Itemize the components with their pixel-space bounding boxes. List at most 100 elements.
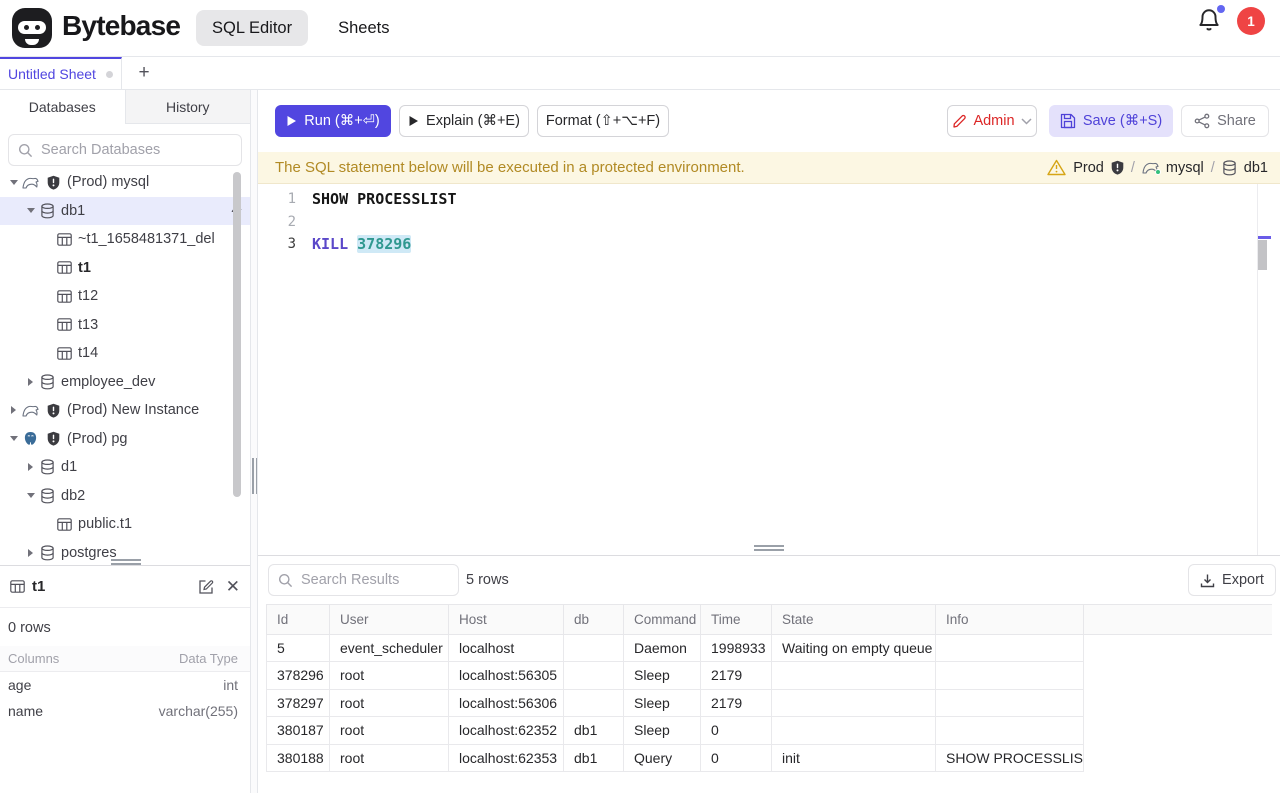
pen-icon	[952, 114, 967, 129]
tree-item-t13[interactable]: t13	[0, 311, 250, 340]
db-icon	[38, 203, 56, 219]
caret-down-icon[interactable]	[6, 436, 21, 441]
admin-mode-button[interactable]: Admin	[947, 105, 1037, 137]
column-header-db[interactable]: db	[564, 604, 624, 635]
column-header-filler	[1084, 604, 1272, 635]
tree-item-db2[interactable]: db2	[0, 482, 250, 511]
db-icon	[38, 374, 56, 390]
results-row-count: 5 rows	[466, 564, 509, 596]
user-avatar[interactable]: 1	[1237, 7, 1265, 35]
notification-bell-icon[interactable]	[1196, 7, 1224, 35]
table-cell: localhost:56305	[449, 662, 564, 689]
notification-dot	[1217, 5, 1225, 13]
tree-item-label: (Prod) New Instance	[67, 402, 199, 418]
warning-triangle-icon	[1047, 159, 1066, 176]
tree-item-label: ~t1_1658481371_del	[78, 231, 215, 247]
tab-history[interactable]: History	[125, 90, 251, 124]
format-button[interactable]: Format (⇧+⌥+F)	[537, 105, 669, 137]
table-cell: 0	[701, 717, 772, 744]
schema-row-count: 0 rows	[0, 608, 250, 646]
table-cell: db1	[564, 745, 624, 772]
table-cell: 5	[266, 635, 330, 662]
tree-item--prod-mysql[interactable]: (Prod) mysql	[0, 168, 250, 197]
nav-sheets[interactable]: Sheets	[322, 10, 405, 46]
bytebase-logo-icon[interactable]	[12, 8, 52, 48]
column-name: age	[8, 677, 31, 693]
add-sheet-button[interactable]: +	[122, 57, 166, 89]
column-header-command[interactable]: Command	[624, 604, 701, 635]
editor-scrollbar-thumb[interactable]	[1258, 240, 1267, 270]
caret-down-icon[interactable]	[23, 208, 38, 213]
tree-item-db1[interactable]: db1	[0, 197, 250, 226]
caret-right-icon[interactable]	[23, 378, 38, 386]
vertical-resize-handle[interactable]	[252, 458, 257, 494]
editor-overview-ruler	[1257, 184, 1271, 555]
tree-item-t14[interactable]: t14	[0, 339, 250, 368]
run-button[interactable]: Run (⌘+⏎)	[275, 105, 391, 137]
table-cell: 378297	[266, 690, 330, 717]
column-header-info[interactable]: Info	[936, 604, 1084, 635]
tree-item--prod-new-instance[interactable]: (Prod) New Instance	[0, 396, 250, 425]
tree-item--prod-pg[interactable]: (Prod) pg	[0, 425, 250, 454]
tree-item-public-t1[interactable]: public.t1	[0, 510, 250, 539]
table-cell: 378296	[266, 662, 330, 689]
editor-line: 1SHOW PROCESSLIST	[258, 188, 1280, 211]
sidebar-scrollbar-thumb[interactable]	[233, 172, 241, 497]
edit-table-icon[interactable]	[198, 579, 214, 595]
explain-button[interactable]: Explain (⌘+E)	[399, 105, 529, 137]
table-cell	[936, 717, 1084, 744]
table-icon	[55, 518, 73, 531]
breadcrumb-environment[interactable]: Prod	[1073, 160, 1104, 176]
column-header-state[interactable]: State	[772, 604, 936, 635]
panel-divider-vertical[interactable]	[250, 90, 258, 793]
table-cell: Sleep	[624, 690, 701, 717]
caret-down-icon[interactable]	[6, 180, 21, 185]
tab-databases[interactable]: Databases	[0, 90, 125, 124]
table-cell: 2179	[701, 690, 772, 717]
column-header-id[interactable]: Id	[266, 604, 330, 635]
top-nav: SQL Editor Sheets	[196, 10, 405, 46]
table-row: 5event_schedulerlocalhostDaemon1998933Wa…	[266, 635, 1272, 662]
tree-item-d1[interactable]: d1	[0, 453, 250, 482]
tree-item-t1[interactable]: t1	[0, 254, 250, 283]
tree-item--t1-1658481371-del[interactable]: ~t1_1658481371_del	[0, 225, 250, 254]
schema-panel-resize-handle[interactable]	[111, 559, 141, 565]
table-cell: event_scheduler	[330, 635, 449, 662]
nav-sql-editor[interactable]: SQL Editor	[196, 10, 308, 46]
table-row: 378297rootlocalhost:56306Sleep2179	[266, 690, 1272, 717]
table-row: 380188rootlocalhost:62353db1Query0initSH…	[266, 745, 1272, 772]
column-header-user[interactable]: User	[330, 604, 449, 635]
logo-band	[18, 21, 46, 34]
tree-item-label: public.t1	[78, 516, 132, 532]
sql-editor[interactable]: 1SHOW PROCESSLIST23KILL 378296	[258, 184, 1280, 555]
table-cell	[564, 690, 624, 717]
table-cell	[936, 690, 1084, 717]
table-cell	[564, 635, 624, 662]
close-icon[interactable]: ✕	[226, 578, 240, 595]
results-table[interactable]: IdUserHostdbCommandTimeStateInfo5event_s…	[266, 604, 1272, 772]
breadcrumb-instance[interactable]: mysql	[1166, 160, 1204, 176]
caret-right-icon[interactable]	[23, 463, 38, 471]
results-search	[268, 564, 459, 596]
column-header-time[interactable]: Time	[701, 604, 772, 635]
caret-down-icon[interactable]	[23, 493, 38, 498]
caret-right-icon[interactable]	[23, 549, 38, 557]
breadcrumb-database[interactable]: db1	[1244, 160, 1268, 176]
export-button[interactable]: Export	[1188, 564, 1276, 596]
results-resize-handle[interactable]	[754, 545, 784, 551]
tree-item-label: d1	[61, 459, 77, 475]
table-cell: localhost:62352	[449, 717, 564, 744]
save-button[interactable]: Save (⌘+S)	[1049, 105, 1173, 137]
share-button[interactable]: Share	[1181, 105, 1269, 137]
table-cell: 0	[701, 745, 772, 772]
database-search-input[interactable]	[9, 135, 241, 165]
tree-item-t12[interactable]: t12	[0, 282, 250, 311]
column-header-host[interactable]: Host	[449, 604, 564, 635]
caret-right-icon[interactable]	[6, 406, 21, 414]
sheet-tab-bar: Untitled Sheet +	[0, 57, 1280, 90]
tree-item-employee-dev[interactable]: employee_dev	[0, 368, 250, 397]
results-search-input[interactable]	[269, 565, 458, 595]
tree-item-label: postgres	[61, 545, 117, 561]
code-text: SHOW PROCESSLIST	[304, 190, 457, 208]
tab-untitled-sheet[interactable]: Untitled Sheet	[0, 57, 122, 89]
